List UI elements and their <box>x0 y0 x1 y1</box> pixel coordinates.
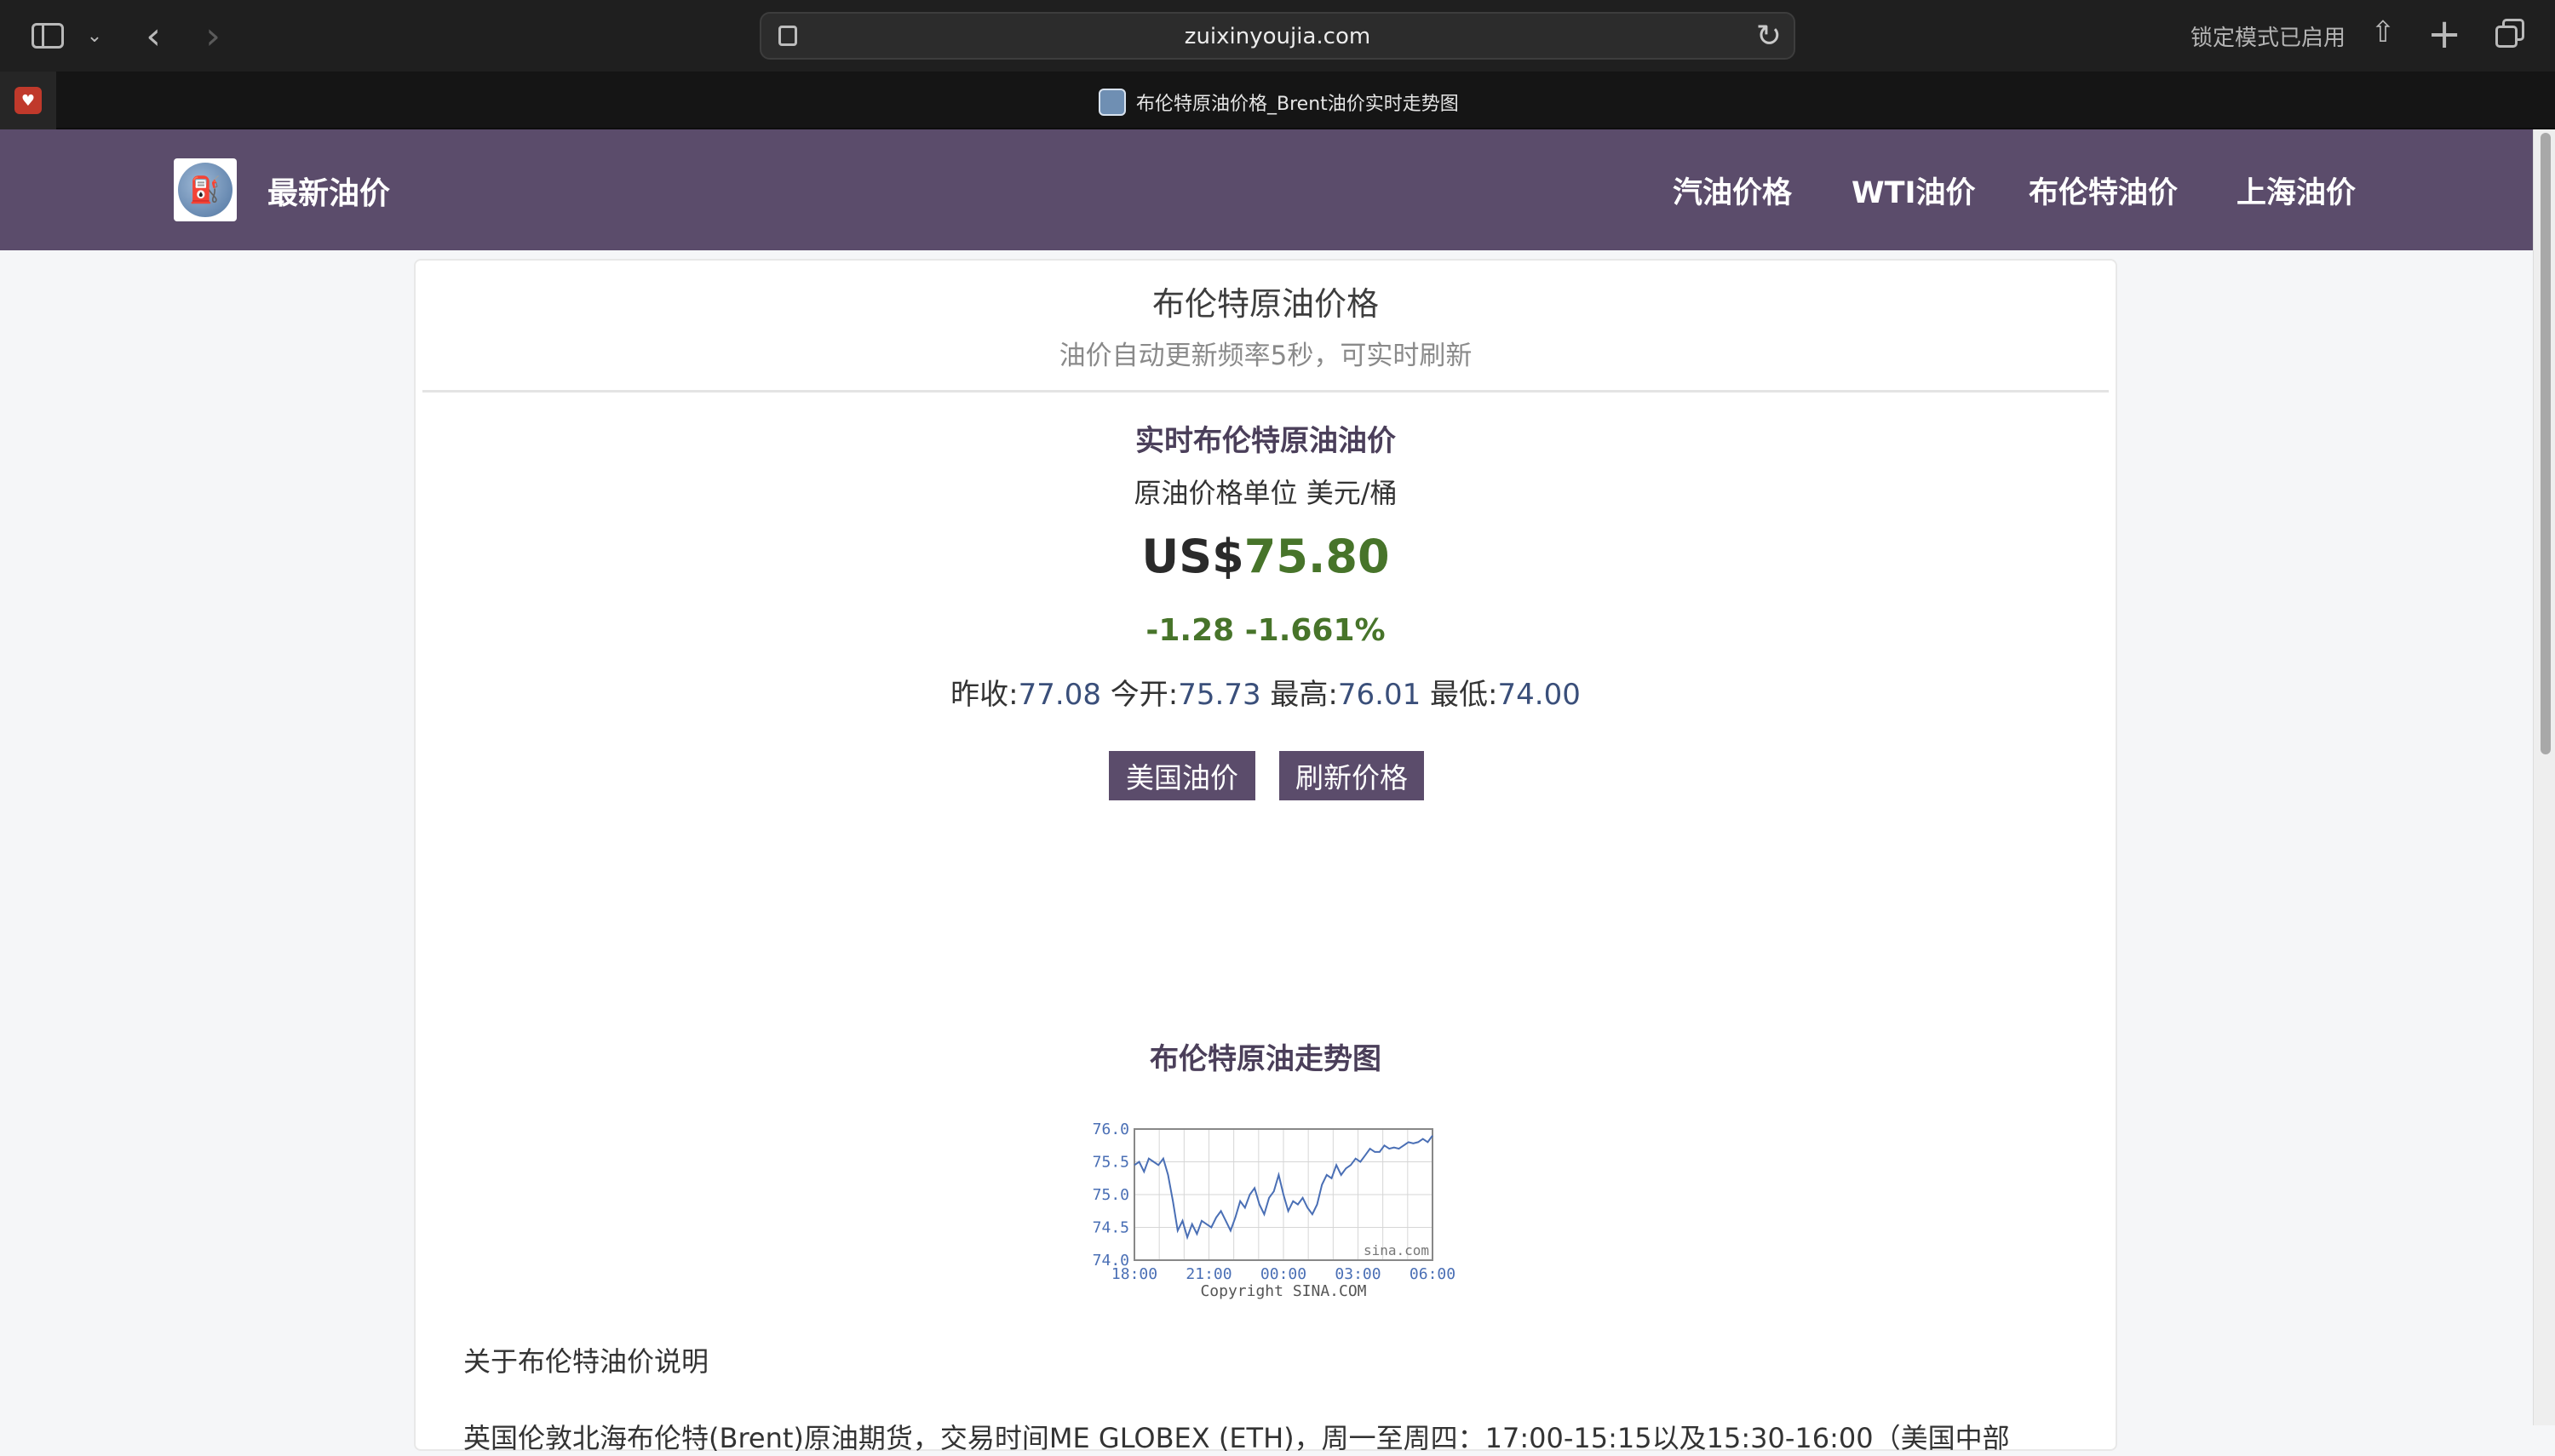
prev-close-value: 77.08 <box>1018 678 1101 712</box>
about-text: 英国伦敦北海布伦特(Brent)原油期货，交易时间ME GLOBEX (ETH)… <box>463 1422 2010 1454</box>
tab-strip: ♥ 布伦特原油价格_Brent油价实时走势图 <box>0 72 2555 129</box>
about-title: 关于布伦特油价说明 <box>463 1345 709 1378</box>
page-scrollbar[interactable] <box>2533 129 2555 1425</box>
sidebar-toggle-icon[interactable] <box>29 17 66 54</box>
back-icon[interactable]: ‹ <box>136 14 170 58</box>
price-unit: 原油价格单位 美元/桶 <box>1134 477 1398 509</box>
open-value: 75.73 <box>1178 678 1261 712</box>
chart-title: 布伦特原油走势图 <box>1150 1042 1381 1076</box>
chart-copyright: Copyright SINA.COM <box>1200 1282 1366 1300</box>
x-tick-label: 06:00 <box>1410 1265 1455 1283</box>
pinned-tab-favicon-icon: ♥ <box>14 87 42 114</box>
brent-trend-chart: 74.074.575.075.576.018:00 21:00 00:00 03:00… <box>1093 1121 1455 1300</box>
new-tab-icon[interactable]: + <box>2427 10 2461 58</box>
nav-wti-price[interactable]: WTI油价 <box>1852 169 1976 212</box>
x-tick-label: 21:00 <box>1186 1265 1232 1283</box>
realtime-heading: 实时布伦特原油油价 <box>1135 424 1396 458</box>
y-tick-label: 74.5 <box>1093 1219 1129 1237</box>
fuel-pump-logo-icon: ⛽ <box>178 163 233 217</box>
tab-overview-icon[interactable] <box>2495 19 2526 49</box>
price-value: 75.80 <box>1243 530 1390 583</box>
browser-toolbar: ⌄ ‹ › zuixinyoujia.com ↻ 锁定模式已启用 ⇧ + <box>0 0 2555 72</box>
us-oil-price-button[interactable]: 美国油价 <box>1109 751 1255 800</box>
reload-icon[interactable]: ↻ <box>1756 19 1782 54</box>
pinned-tab[interactable]: ♥ <box>0 72 56 129</box>
price-display: US$75.80 <box>416 530 2116 583</box>
tab-favicon-icon <box>1099 89 1126 116</box>
x-tick-label: 03:00 <box>1335 1265 1381 1283</box>
y-tick-label: 75.0 <box>1093 1186 1129 1204</box>
card-title: 布伦特原油价格 <box>1151 285 1379 323</box>
chevron-down-icon[interactable]: ⌄ <box>82 17 107 54</box>
scrollbar-thumb[interactable] <box>2541 133 2551 754</box>
x-tick-label: 18:00 <box>1111 1265 1157 1283</box>
nav-brent-price[interactable]: 布伦特油价 <box>2029 169 2178 212</box>
tab-title: 布伦特原油价格_Brent油价实时走势图 <box>1136 94 1459 115</box>
high-value: 76.01 <box>1337 678 1421 712</box>
divider <box>422 390 2109 393</box>
site-logo[interactable]: ⛽ <box>174 158 237 221</box>
low-label: 最低: <box>1430 678 1498 712</box>
high-label: 最高: <box>1270 678 1338 712</box>
address-bar[interactable]: zuixinyoujia.com ↻ <box>760 12 1795 60</box>
prev-close-label: 昨收: <box>950 678 1019 712</box>
y-tick-label: 75.5 <box>1093 1154 1129 1172</box>
refresh-price-button[interactable]: 刷新价格 <box>1279 751 1424 800</box>
open-label: 今开: <box>1110 678 1179 712</box>
chart-watermark: sina.com <box>1364 1242 1429 1258</box>
card-subtitle: 油价自动更新频率5秒，可实时刷新 <box>1059 341 1473 371</box>
price-currency: US$ <box>1141 530 1244 583</box>
active-tab[interactable]: 布伦特原油价格_Brent油价实时走势图 <box>1099 89 1459 116</box>
nav-gasoline-price[interactable]: 汽油价格 <box>1673 169 1792 212</box>
y-tick-label: 76.0 <box>1093 1121 1129 1138</box>
price-change: -1.28 -1.661% <box>1145 613 1386 648</box>
price-stats: 昨收:77.08 今开:75.73 最高:76.01 最低:74.00 <box>416 671 2116 713</box>
x-tick-label: 00:00 <box>1260 1265 1306 1283</box>
nav-shanghai-price[interactable]: 上海油价 <box>2236 169 2356 212</box>
share-icon[interactable]: ⇧ <box>2366 15 2400 53</box>
low-value: 74.00 <box>1497 678 1581 712</box>
price-card: 布伦特原油价格 油价自动更新频率5秒，可实时刷新 实时布伦特原油油价 原油价格单… <box>414 259 2117 1454</box>
site-name[interactable]: 最新油价 <box>267 169 390 213</box>
lockdown-mode-status[interactable]: 锁定模式已启用 <box>2190 20 2345 52</box>
url-text[interactable]: zuixinyoujia.com <box>761 24 1794 49</box>
site-header: ⛽ 最新油价 汽油价格 WTI油价 布伦特油价 上海油价 <box>0 129 2533 250</box>
forward-icon[interactable]: › <box>196 14 230 58</box>
